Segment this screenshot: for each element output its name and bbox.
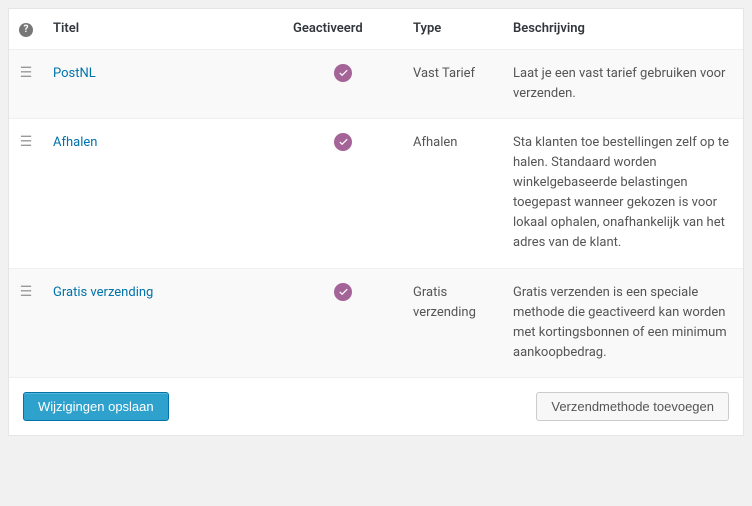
method-description: Gratis verzenden is een speciale methode… xyxy=(503,268,743,378)
help-icon[interactable]: ? xyxy=(19,23,33,37)
shipping-methods-panel: ? Titel Geactiveerd Type Beschrijving ☰ … xyxy=(8,8,744,436)
header-activated: Geactiveerd xyxy=(283,9,403,49)
activated-check-icon[interactable] xyxy=(334,64,352,82)
table-row: ☰ Afhalen Afhalen Sta klanten toe bestel… xyxy=(9,118,743,268)
drag-handle-icon[interactable]: ☰ xyxy=(20,285,33,299)
add-method-button[interactable]: Verzendmethode toevoegen xyxy=(536,392,729,421)
header-description: Beschrijving xyxy=(503,9,743,49)
method-title-link[interactable]: PostNL xyxy=(53,66,96,81)
drag-handle-icon[interactable]: ☰ xyxy=(20,135,33,149)
table-body: ☰ PostNL Vast Tarief Laat je een vast ta… xyxy=(9,49,743,378)
activated-check-icon[interactable] xyxy=(334,133,352,151)
method-type: Afhalen xyxy=(403,118,503,268)
header-title: Titel xyxy=(43,9,283,49)
method-type: Vast Tarief xyxy=(403,49,503,118)
method-title-link[interactable]: Gratis verzending xyxy=(53,285,153,300)
method-type: Gratis verzending xyxy=(403,268,503,378)
method-description: Laat je een vast tarief gebruiken voor v… xyxy=(503,49,743,118)
table-row: ☰ Gratis verzending Gratis verzending Gr… xyxy=(9,268,743,378)
panel-footer: Wijzigingen opslaan Verzendmethode toevo… xyxy=(9,378,743,435)
header-help: ? xyxy=(9,9,43,49)
save-button[interactable]: Wijzigingen opslaan xyxy=(23,392,169,421)
method-title-link[interactable]: Afhalen xyxy=(53,135,97,150)
method-description: Sta klanten toe bestellingen zelf op te … xyxy=(503,118,743,268)
drag-handle-icon[interactable]: ☰ xyxy=(20,66,33,80)
header-type: Type xyxy=(403,9,503,49)
shipping-methods-table: ? Titel Geactiveerd Type Beschrijving ☰ … xyxy=(9,9,743,378)
table-row: ☰ PostNL Vast Tarief Laat je een vast ta… xyxy=(9,49,743,118)
activated-check-icon[interactable] xyxy=(334,283,352,301)
